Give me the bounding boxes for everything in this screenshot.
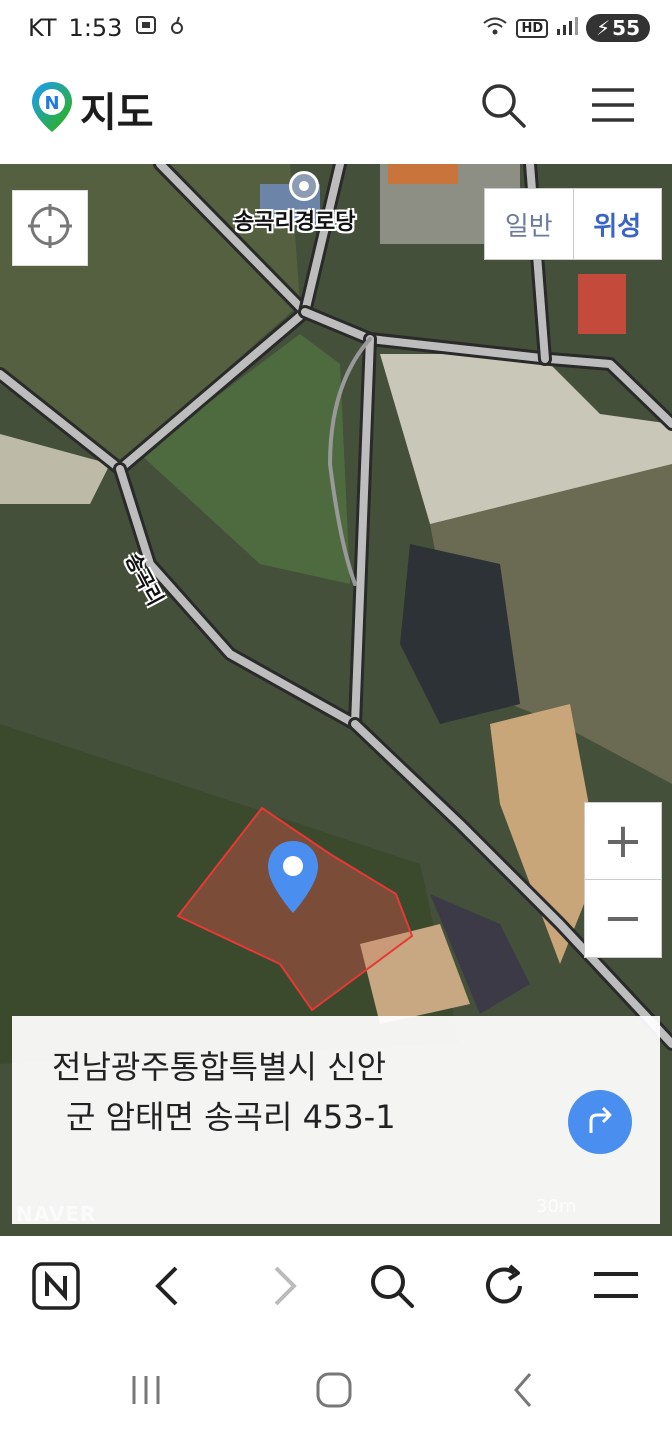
zoom-in-button[interactable]: + (585, 803, 661, 880)
menu-icon (590, 88, 636, 132)
clock: 1:53 (68, 14, 123, 42)
system-back-button[interactable] (498, 1370, 546, 1414)
address-card: 전남광주통합특별시 신안 군 암태면 송곡리 453-1 (12, 1016, 660, 1224)
signal-icon (556, 16, 579, 40)
back-icon (148, 1264, 188, 1312)
location-pin-icon[interactable] (266, 839, 320, 919)
naver-home-button[interactable] (28, 1260, 84, 1316)
browser-toolbar (0, 1236, 672, 1340)
zoom-out-button[interactable]: − (585, 880, 661, 956)
home-icon (314, 1370, 354, 1414)
recent-apps-icon (126, 1372, 166, 1412)
poi-label[interactable]: 송곡리경로당 (234, 204, 355, 236)
app-header: N 지도 (0, 60, 672, 164)
home-button[interactable] (310, 1370, 358, 1414)
menu-button[interactable] (590, 82, 636, 128)
network-badge: HD (516, 18, 549, 38)
battery-level: 55 (612, 16, 640, 40)
charging-icon: ⚡ (596, 16, 611, 40)
minus-icon: − (602, 890, 644, 946)
poi-marker-icon[interactable] (289, 171, 319, 201)
naver-n-icon (30, 1260, 82, 1316)
refresh-button[interactable] (476, 1260, 532, 1316)
system-navigation-bar (0, 1340, 672, 1440)
search-icon (368, 1262, 416, 1314)
map-type-toggle: 일반 위성 (484, 188, 662, 260)
back-button[interactable] (140, 1260, 196, 1316)
map-type-satellite-button[interactable]: 위성 (574, 189, 662, 259)
map-scale: 30m (536, 1196, 577, 1217)
zoom-controls: + − (584, 802, 662, 958)
forward-button[interactable] (256, 1260, 312, 1316)
menu-icon (592, 1266, 640, 1310)
map-type-general-button[interactable]: 일반 (485, 189, 574, 259)
address-line-2: 군 암태면 송곡리 453-1 (66, 1098, 396, 1136)
notification-icon (170, 14, 184, 42)
search-icon (478, 84, 528, 134)
screenshot-icon (134, 14, 158, 42)
directions-button[interactable] (568, 1090, 632, 1154)
naver-watermark: NAVER (16, 1202, 97, 1226)
search-button[interactable] (478, 80, 528, 130)
address-text: 전남광주통합특별시 신안 군 암태면 송곡리 453-1 (52, 1042, 512, 1142)
map-pin-logo-icon: N (30, 80, 74, 138)
carrier-label: KT (28, 14, 57, 42)
recent-apps-button[interactable] (122, 1370, 170, 1414)
current-location-button[interactable] (12, 190, 88, 266)
plus-icon: + (602, 813, 644, 869)
back-icon (502, 1370, 542, 1414)
app-title: 지도 (80, 90, 154, 136)
battery-indicator: ⚡ 55 (586, 14, 650, 42)
forward-icon (264, 1264, 304, 1312)
wifi-icon (482, 16, 508, 40)
address-line-1: 전남광주통합특별시 신안 (52, 1048, 387, 1086)
refresh-icon (480, 1262, 528, 1314)
logo-letter: N (44, 93, 59, 114)
crosshair-icon (26, 202, 74, 254)
browser-search-button[interactable] (364, 1260, 420, 1316)
naver-map-logo[interactable]: N 지도 (30, 80, 154, 138)
status-bar: KT 1:53 HD ⚡ 55 (0, 0, 672, 60)
satellite-map[interactable]: 송곡리경로당 송곡리 일반 위성 + − 전남광주통합특별시 신안 군 암태면 … (0, 164, 672, 1236)
browser-menu-button[interactable] (588, 1260, 644, 1316)
route-icon (583, 1103, 617, 1141)
